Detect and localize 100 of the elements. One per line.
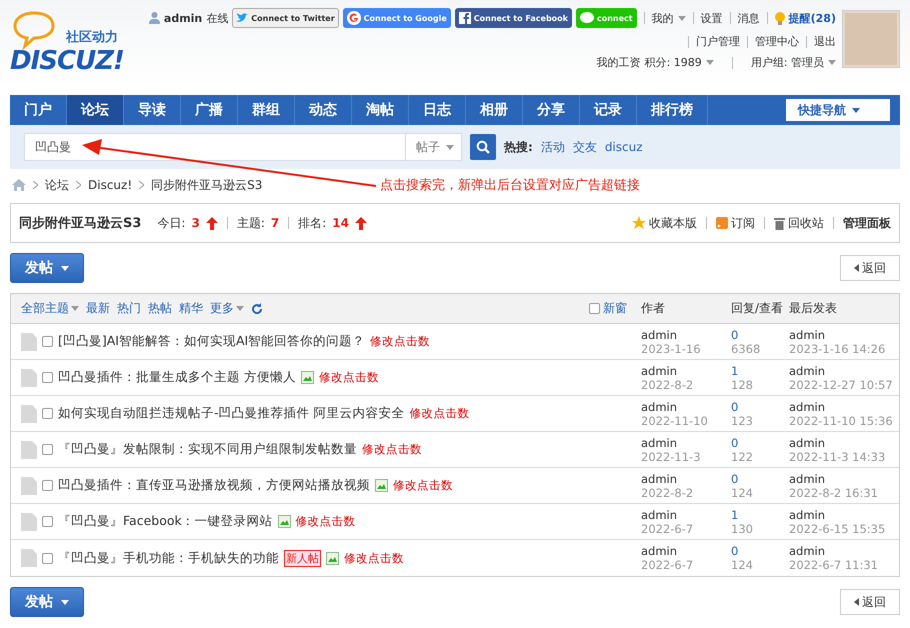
author-name[interactable]: admin	[641, 364, 731, 378]
edit-clicks-link[interactable]: 修改点击数	[344, 550, 404, 566]
thread-title[interactable]: 『凹凸曼』发帖限制：实现不同用户组限制发帖数量	[58, 441, 357, 458]
thread-title[interactable]: 凹凸曼插件：直传亚马逊播放视频，方便网站播放视频	[58, 477, 370, 494]
last-poster[interactable]: admin	[789, 328, 889, 342]
author-name[interactable]: admin	[641, 328, 731, 342]
user-menu-link[interactable]: 消息	[738, 10, 760, 26]
thread-checkbox[interactable]	[42, 480, 53, 491]
last-poster[interactable]: admin	[789, 400, 889, 414]
thread-checkbox[interactable]	[42, 336, 53, 347]
last-poster[interactable]: admin	[789, 508, 889, 522]
lightbulb-icon	[774, 12, 785, 24]
rss-icon	[716, 217, 728, 229]
connect-button[interactable]: Connect to Facebook	[454, 8, 572, 28]
edit-clicks-link[interactable]: 修改点击数	[409, 406, 470, 421]
post-button[interactable]: 发帖	[10, 587, 84, 617]
thread-checkbox[interactable]	[42, 516, 53, 527]
thread-checkbox[interactable]	[42, 444, 53, 455]
edit-clicks-link[interactable]: 修改点击数	[296, 514, 356, 529]
admin-panel-link[interactable]: 管理面板	[843, 214, 891, 232]
hot-search-link[interactable]: 交友	[572, 138, 597, 156]
post-date: 2022-8-2	[641, 486, 694, 500]
breadcrumb-link[interactable]: 论坛	[45, 176, 69, 194]
last-poster[interactable]: admin	[789, 364, 889, 378]
edit-clicks-link[interactable]: 修改点击数	[370, 334, 430, 349]
g-icon	[346, 11, 361, 25]
author-name[interactable]: admin	[641, 400, 731, 414]
user-menu-link[interactable]: 设置	[700, 10, 723, 26]
thread-title[interactable]: 『凹凸曼』手机功能：手机缺失的功能	[58, 550, 279, 566]
reply-count: 1	[731, 508, 740, 522]
view-count: 128	[731, 378, 754, 392]
chevron-right-icon	[76, 181, 81, 189]
quick-nav-button[interactable]: 快捷导航	[786, 99, 890, 121]
credits-link[interactable]: 积分: 1989	[644, 55, 702, 70]
refresh-icon[interactable]	[251, 302, 263, 314]
search-field[interactable]: 凹凸曼 帖子	[24, 133, 462, 161]
edit-clicks-link[interactable]: 修改点击数	[318, 370, 379, 385]
document-icon	[21, 476, 37, 494]
author-name[interactable]: admin	[641, 472, 731, 486]
thread-title[interactable]: 『凹凸曼』Facebook：一键登录网站	[58, 513, 273, 530]
breadcrumb-link[interactable]: 同步附件亚马逊云S3	[151, 176, 262, 194]
thread-title[interactable]: 如何实现自动阻拦违规帖子-凹凸曼推荐插件 阿里云内容安全	[58, 405, 404, 422]
search-button[interactable]	[470, 134, 496, 160]
view-count: 6368	[731, 342, 762, 356]
author-name[interactable]: admin	[641, 436, 731, 450]
user-menu-link[interactable]: 我的	[652, 10, 674, 26]
edit-clicks-link[interactable]: 修改点击数	[362, 442, 422, 457]
hot-search-link[interactable]: discuz	[604, 140, 643, 154]
hot-search-label: 热搜:	[504, 138, 533, 156]
salary-link[interactable]: 我的工资	[596, 55, 641, 70]
author-name[interactable]: admin	[641, 544, 731, 558]
last-poster[interactable]: admin	[789, 436, 889, 450]
forum-action-link[interactable]: 回收站	[774, 214, 824, 232]
caret-icon	[852, 108, 860, 112]
thread-checkbox[interactable]	[42, 372, 53, 383]
home-icon[interactable]	[12, 179, 26, 191]
topics-label: 主题:	[236, 214, 265, 232]
back-button[interactable]: 返回	[840, 255, 900, 281]
reminder-link[interactable]: 提醒(28)	[788, 10, 836, 26]
post-button[interactable]: 发帖	[10, 253, 84, 283]
last-poster[interactable]: admin	[789, 544, 889, 558]
thread-title[interactable]: 凹凸曼插件：批量生成多个主题 方便懒人	[58, 369, 296, 386]
connect-button[interactable]: Connect to Twitter	[232, 8, 339, 28]
back-button[interactable]: 返回	[840, 589, 900, 615]
chevron-right-icon	[33, 181, 38, 189]
filter-tab[interactable]: 精华	[179, 300, 203, 317]
thread-title[interactable]: [凹凸曼]AI智能解答：如何实现AI智能回答你的问题？	[58, 333, 366, 350]
reply-count: 0	[731, 544, 740, 558]
breadcrumb-link[interactable]: Discuz!	[88, 178, 132, 192]
document-icon	[21, 512, 37, 530]
user-group-link[interactable]: 用户组: 管理员	[750, 55, 824, 70]
admin-link[interactable]: 退出	[814, 34, 836, 49]
today-label: 今日:	[157, 214, 186, 232]
nav-tab[interactable]: 论坛	[67, 95, 124, 125]
filter-tab[interactable]: 热门	[117, 300, 141, 317]
filter-tab[interactable]: 全部主题	[21, 300, 79, 317]
rank-label: 排名:	[298, 214, 326, 232]
post-date: 2022-6-7	[641, 558, 694, 572]
thread-checkbox[interactable]	[42, 552, 53, 564]
view-count: 124	[731, 486, 754, 500]
search-scope-dropdown[interactable]: 帖子	[405, 134, 461, 160]
filter-tab[interactable]: 更多	[210, 300, 244, 317]
hot-search-link[interactable]: 活动	[540, 138, 565, 156]
connect-button[interactable]: Connect to Google	[342, 8, 451, 28]
filter-tab[interactable]: 最新	[86, 300, 110, 317]
new-window-checkbox[interactable]: 新窗	[589, 300, 627, 317]
admin-link[interactable]: 管理中心	[755, 34, 799, 49]
filter-tab[interactable]: 热帖	[148, 300, 172, 317]
thread-checkbox[interactable]	[42, 408, 53, 419]
view-count: 123	[731, 414, 754, 428]
edit-clicks-link[interactable]: 修改点击数	[393, 478, 453, 493]
forum-action-link[interactable]: 订阅	[716, 214, 755, 232]
post-date: 2022-11-3	[641, 450, 702, 464]
author-name[interactable]: admin	[641, 508, 731, 522]
last-poster[interactable]: admin	[789, 472, 889, 486]
username[interactable]: admin	[164, 12, 202, 24]
star-icon	[632, 216, 646, 230]
forum-action-link[interactable]: 收藏本版	[632, 214, 697, 232]
admin-link[interactable]: 门户管理	[696, 34, 740, 49]
reply-count: 1	[731, 364, 740, 378]
